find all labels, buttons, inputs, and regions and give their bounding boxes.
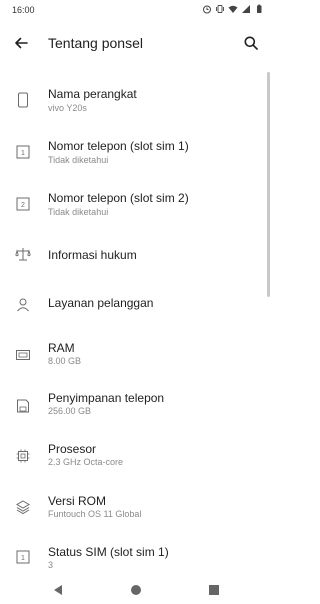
nav-back-button[interactable] [48, 580, 68, 600]
list-item-rom-version[interactable]: Versi ROM Funtouch OS 11 Global [0, 488, 264, 540]
item-value: vivo Y20s [48, 103, 87, 113]
phone-icon [14, 91, 32, 109]
item-value: 3 [48, 560, 54, 570]
nav-home-icon [131, 585, 141, 595]
search-button[interactable] [238, 30, 264, 56]
layers-icon [14, 498, 32, 516]
alarm-icon [203, 5, 211, 14]
back-arrow-icon [15, 37, 28, 49]
sim-status-icon: 1 [14, 548, 32, 566]
item-label: Prosesor [48, 442, 97, 456]
nav-recents-icon [209, 585, 219, 595]
item-label: Status SIM (slot sim 1) [48, 545, 169, 559]
sim2-icon: 2 [14, 195, 32, 213]
app-bar: Tentang ponsel [0, 22, 272, 64]
wifi-icon [228, 5, 238, 13]
back-button[interactable] [8, 30, 34, 56]
item-label: Nomor telepon (slot sim 1) [48, 139, 189, 153]
nav-recents-button[interactable] [204, 580, 224, 600]
item-label: Versi ROM [48, 494, 107, 508]
search-icon [244, 36, 258, 50]
status-time: 16:00 [12, 5, 35, 15]
sim1-icon: 1 [14, 143, 32, 161]
scrollbar[interactable] [267, 72, 270, 297]
list-item-legal-info[interactable]: Informasi hukum [0, 228, 264, 280]
scale-icon [14, 245, 32, 263]
item-value: Funtouch OS 11 Global [48, 509, 142, 519]
signal-icon [242, 5, 250, 13]
list-item-phone-storage[interactable]: Penyimpanan telepon 256.00 GB [0, 384, 264, 436]
item-value: Tidak diketahui [48, 155, 109, 165]
item-value: 8.00 GB [48, 356, 82, 366]
list-item-phone-number-sim1[interactable]: 1 Nomor telepon (slot sim 1) Tidak diket… [0, 124, 264, 176]
list-item-device-name[interactable]: Nama perangkat vivo Y20s [0, 72, 264, 124]
item-label: Informasi hukum [48, 248, 137, 262]
item-label: RAM [48, 341, 75, 355]
ram-icon [14, 346, 32, 364]
list-item-phone-number-sim2[interactable]: 2 Nomor telepon (slot sim 2) Tidak diket… [0, 176, 264, 228]
item-label: Penyimpanan telepon [48, 391, 165, 405]
svg-text:1: 1 [21, 555, 25, 562]
list-item-ram[interactable]: RAM 8.00 GB [0, 332, 264, 384]
processor-icon [14, 447, 32, 465]
svg-text:1: 1 [21, 150, 25, 157]
page-title: Tentang ponsel [48, 35, 143, 51]
nav-home-button[interactable] [126, 580, 146, 600]
item-value: Tidak diketahui [48, 207, 109, 217]
navigation-bar [0, 574, 272, 604]
storage-icon [14, 397, 32, 415]
vibrate-icon [216, 5, 224, 13]
list-item-processor[interactable]: Prosesor 2.3 GHz Octa-core [0, 436, 264, 488]
item-label: Nama perangkat [48, 87, 137, 101]
item-value: 256.00 GB [48, 406, 92, 416]
nav-back-icon [54, 585, 62, 595]
svg-text:2: 2 [21, 202, 25, 209]
item-label: Nomor telepon (slot sim 2) [48, 191, 189, 205]
item-value: 2.3 GHz Octa-core [48, 457, 124, 467]
person-icon [14, 296, 32, 314]
battery-icon [257, 4, 262, 13]
item-label: Layanan pelanggan [48, 296, 154, 310]
list-item-customer-service[interactable]: Layanan pelanggan [0, 280, 264, 332]
status-icons [202, 4, 264, 14]
status-bar: 16:00 [0, 0, 272, 22]
